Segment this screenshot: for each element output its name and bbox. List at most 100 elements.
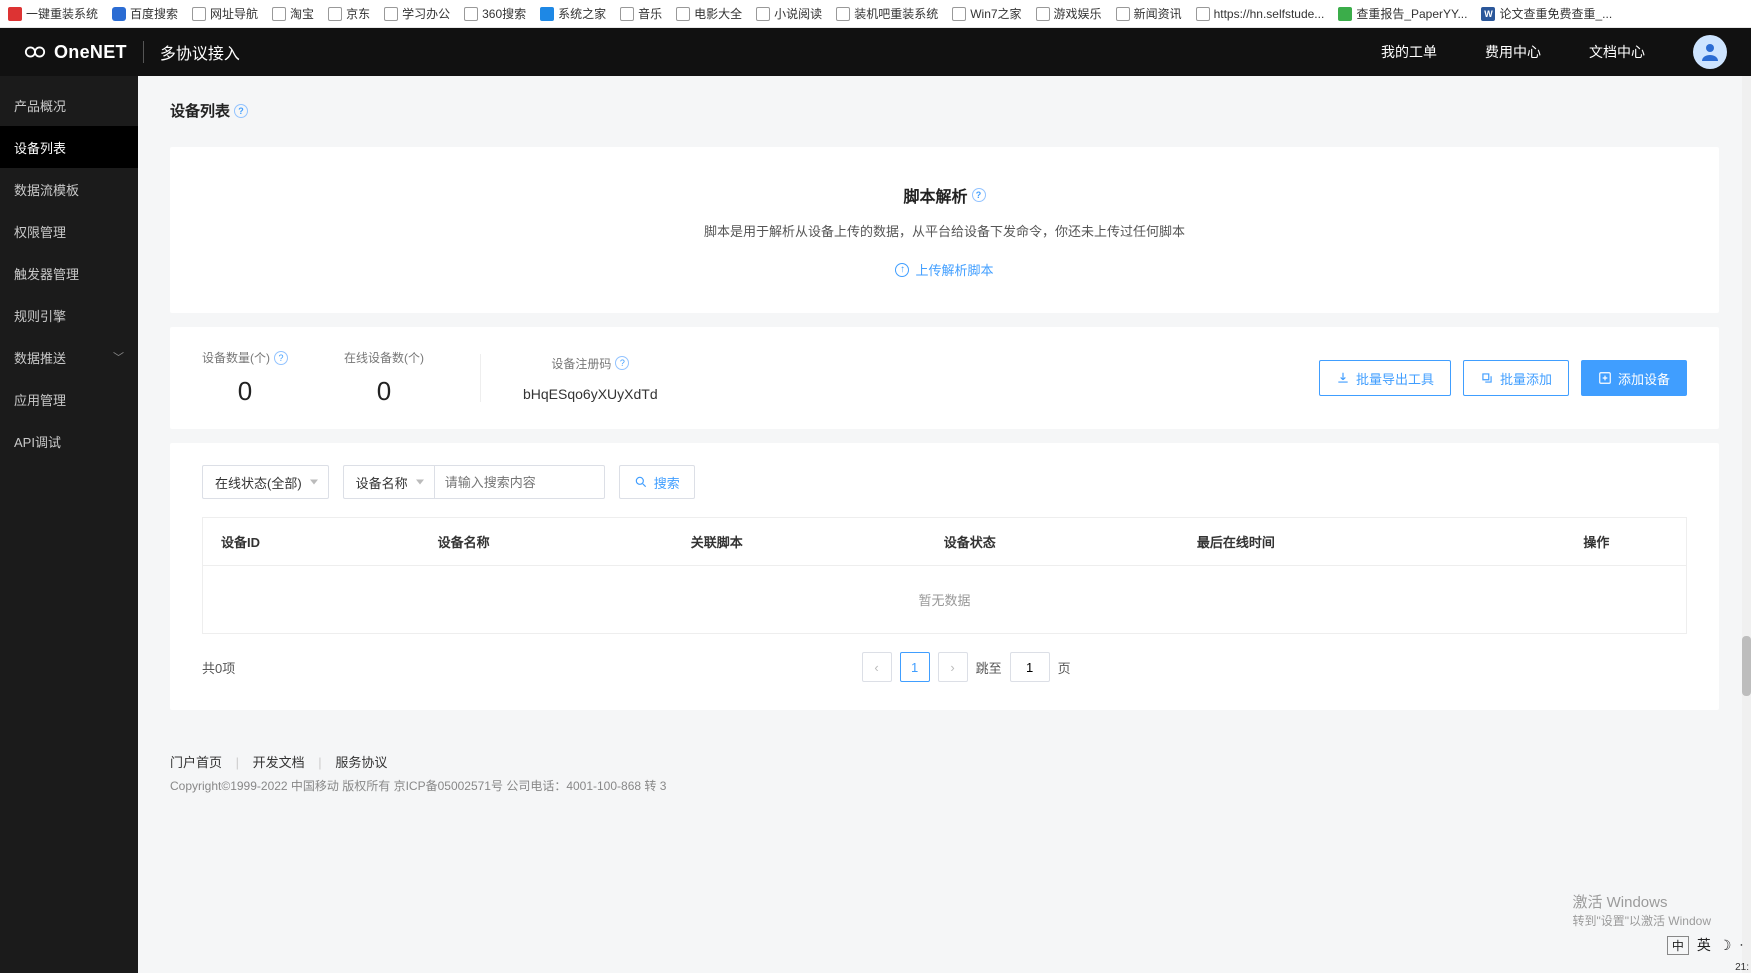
header-divider — [143, 41, 144, 63]
register-code-value: bHqESqo6yXUyXdTd — [523, 386, 658, 402]
bookmark-favicon — [1116, 7, 1130, 21]
bookmark-favicon — [112, 7, 126, 21]
header-link-orders[interactable]: 我的工单 — [1381, 42, 1437, 62]
bookmark-favicon — [836, 7, 850, 21]
stat-value: 0 — [344, 376, 424, 407]
stat-register-code: 设备注册码 ? bHqESqo6yXUyXdTd — [523, 355, 658, 402]
bookmark-item[interactable]: 电影大全 — [672, 3, 746, 24]
stat-online-count: 在线设备数(个) 0 — [344, 349, 424, 407]
scrollbar-thumb[interactable] — [1742, 636, 1751, 696]
page-title-text: 设备列表 — [170, 100, 230, 121]
script-panel-title: 脚本解析 ? — [903, 183, 985, 207]
upload-script-label: 上传解析脚本 — [915, 260, 993, 279]
script-panel-desc: 脚本是用于解析从设备上传的数据，从平台给设备下发命令，你还未上传过任何脚本 — [190, 221, 1699, 240]
vertical-scrollbar[interactable] — [1742, 76, 1751, 973]
sidebar-item[interactable]: 设备列表 — [0, 126, 138, 168]
sidebar-item-label: 产品概况 — [14, 96, 66, 115]
footer-link-tos[interactable]: 服务协议 — [335, 755, 387, 770]
bookmark-item[interactable]: W论文查重免费查重_... — [1477, 3, 1616, 24]
brand-logo[interactable]: OneNET — [24, 41, 127, 63]
footer-link-portal[interactable]: 门户首页 — [170, 755, 222, 770]
sidebar-item-label: API调试 — [14, 432, 61, 451]
bookmark-label: 学习办公 — [402, 5, 450, 22]
status-filter-select[interactable]: 在线状态(全部) — [202, 465, 329, 499]
batch-export-label: 批量导出工具 — [1356, 369, 1434, 388]
sidebar-item[interactable]: 产品概况 — [0, 84, 138, 126]
bookmark-item[interactable]: 淘宝 — [268, 3, 318, 24]
upload-script-link[interactable]: ↑ 上传解析脚本 — [895, 260, 993, 279]
sidebar-item-label: 数据推送 — [14, 348, 66, 367]
header-link-billing[interactable]: 费用中心 — [1485, 42, 1541, 62]
sidebar-item-label: 设备列表 — [14, 138, 66, 157]
bookmark-item[interactable]: 新闻资讯 — [1112, 3, 1186, 24]
bookmark-item[interactable]: 装机吧重装系统 — [832, 3, 942, 24]
help-icon[interactable]: ? — [615, 356, 629, 370]
sidebar-item[interactable]: 权限管理 — [0, 210, 138, 252]
bookmark-item[interactable]: 音乐 — [616, 3, 666, 24]
bookmark-item[interactable]: 百度搜索 — [108, 3, 182, 24]
bookmark-item[interactable]: 查重报告_PaperYY... — [1334, 3, 1471, 24]
header-link-docs[interactable]: 文档中心 — [1589, 42, 1645, 62]
sidebar-item[interactable]: 应用管理 — [0, 378, 138, 420]
pager-jump-input[interactable] — [1010, 652, 1050, 682]
bookmark-favicon — [540, 7, 554, 21]
pager-page-1[interactable]: 1 — [900, 652, 930, 682]
search-icon — [634, 475, 648, 489]
bookmark-item[interactable]: Win7之家 — [948, 3, 1025, 24]
sidebar-item[interactable]: 数据流模板 — [0, 168, 138, 210]
sidebar-item-label: 应用管理 — [14, 390, 66, 409]
bookmark-item[interactable]: 京东 — [324, 3, 374, 24]
ime-indicator[interactable]: 中 英 ☽ ᐧ — [1667, 935, 1743, 955]
help-icon[interactable]: ? — [234, 104, 248, 118]
sidebar-item[interactable]: 规则引擎 — [0, 294, 138, 336]
bookmark-item[interactable]: 系统之家 — [536, 3, 610, 24]
bookmark-label: 网址导航 — [210, 5, 258, 22]
brand-text: OneNET — [54, 42, 127, 63]
header-right: 我的工单 费用中心 文档中心 — [1381, 35, 1727, 69]
footer-copyright: Copyright©1999-2022 中国移动 版权所有 京ICP备05002… — [170, 777, 1719, 794]
script-panel-title-text: 脚本解析 — [903, 183, 967, 207]
pager-next-button[interactable]: › — [938, 652, 968, 682]
footer: 门户首页 | 开发文档 | 服务协议 Copyright©1999-2022 中… — [170, 752, 1719, 794]
batch-add-button[interactable]: 批量添加 — [1463, 360, 1569, 396]
sidebar-item-label: 规则引擎 — [14, 306, 66, 325]
batch-export-button[interactable]: 批量导出工具 — [1319, 360, 1451, 396]
bookmark-label: https://hn.selfstude... — [1214, 7, 1325, 21]
search-button[interactable]: 搜索 — [619, 465, 695, 499]
bookmark-item[interactable]: 小说阅读 — [752, 3, 826, 24]
stat-divider — [480, 354, 481, 402]
bookmark-label: 论文查重免费查重_... — [1499, 5, 1612, 22]
page-title: 设备列表 ? — [138, 76, 1751, 133]
plus-icon — [1598, 371, 1612, 385]
pager-total: 共0项 — [202, 658, 235, 677]
add-device-button[interactable]: 添加设备 — [1581, 360, 1687, 396]
bookmark-favicon — [676, 7, 690, 21]
search-combo: 设备名称 — [343, 465, 605, 499]
browser-bookmark-bar: 一键重装系统百度搜索 网址导航淘宝京东 学习办公 360搜索系统之家 音乐电影大全小说阅… — [0, 0, 1751, 28]
name-filter-select[interactable]: 设备名称 — [343, 465, 435, 499]
sidebar-item[interactable]: API调试 — [0, 420, 138, 462]
pager-prev-button[interactable]: ‹ — [862, 652, 892, 682]
bookmark-label: 音乐 — [638, 5, 662, 22]
avatar-icon — [1698, 40, 1722, 64]
stat-device-count: 设备数量(个) ? 0 — [202, 349, 288, 407]
user-avatar[interactable] — [1693, 35, 1727, 69]
bookmark-item[interactable]: 网址导航 — [188, 3, 262, 24]
footer-link-docs[interactable]: 开发文档 — [253, 755, 305, 770]
search-input[interactable] — [435, 465, 605, 499]
help-icon[interactable]: ? — [972, 188, 986, 202]
col-device-name: 设备名称 — [420, 518, 673, 566]
sidebar-item[interactable]: 触发器管理 — [0, 252, 138, 294]
bookmark-favicon — [384, 7, 398, 21]
bookmark-item[interactable]: https://hn.selfstude... — [1192, 5, 1329, 23]
bookmark-item[interactable]: 一键重装系统 — [4, 3, 102, 24]
col-action: 操作 — [1507, 518, 1687, 566]
bookmark-item[interactable]: 游戏娱乐 — [1032, 3, 1106, 24]
bookmark-label: 查重报告_PaperYY... — [1356, 5, 1467, 22]
name-filter-label: 设备名称 — [356, 473, 408, 492]
sidebar-item[interactable]: 数据推送﹀ — [0, 336, 138, 378]
bookmark-item[interactable]: 学习办公 — [380, 3, 454, 24]
help-icon[interactable]: ? — [274, 351, 288, 365]
stat-label: 设备注册码 — [551, 355, 611, 372]
bookmark-item[interactable]: 360搜索 — [460, 3, 530, 24]
